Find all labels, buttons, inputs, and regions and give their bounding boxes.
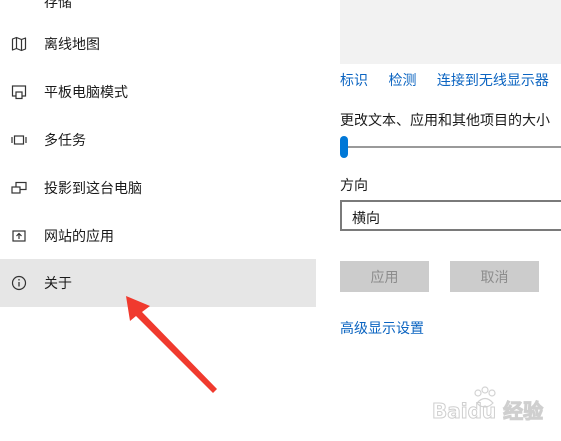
sidebar-item-label: 存储 xyxy=(44,0,72,11)
sidebar-item-label: 投影到这台电脑 xyxy=(44,181,142,197)
watermark-text: Baidu 经验 xyxy=(432,399,543,423)
sidebar-item-about[interactable]: 关于 xyxy=(0,259,316,307)
tablet-mode-icon xyxy=(11,85,27,100)
orientation-label: 方向 xyxy=(340,178,368,194)
project-to-pc-icon xyxy=(11,181,27,194)
apps-for-websites-icon xyxy=(12,230,26,242)
sidebar-item-label: 平板电脑模式 xyxy=(44,85,128,101)
display-links: 标识 检测 连接到无线显示器 xyxy=(340,70,561,90)
baidu-watermark-logo: Baidu 经验 xyxy=(432,386,544,424)
orientation-selected-value: 横向 xyxy=(352,211,380,227)
sidebar-item-label: 关于 xyxy=(44,276,72,292)
connect-wireless-display-link[interactable]: 连接到无线显示器 xyxy=(437,73,549,89)
scale-slider-thumb[interactable] xyxy=(340,136,348,158)
sidebar-item-apps-for-websites[interactable]: 网站的应用 xyxy=(0,212,316,260)
apply-button[interactable]: 应用 xyxy=(340,261,429,292)
about-info-icon xyxy=(11,275,27,291)
sidebar-item-label: 网站的应用 xyxy=(44,229,114,245)
identify-link[interactable]: 标识 xyxy=(340,73,368,89)
sidebar-item-label: 多任务 xyxy=(44,133,86,149)
sidebar-item-project-to-pc[interactable]: 投影到这台电脑 xyxy=(0,164,316,212)
scale-label: 更改文本、应用和其他项目的大小 xyxy=(340,113,550,129)
sidebar-item-tablet-mode[interactable]: 平板电脑模式 xyxy=(0,68,316,116)
sidebar-item-label: 离线地图 xyxy=(44,37,100,53)
advanced-display-settings-link[interactable]: 高级显示设置 xyxy=(340,318,424,338)
cancel-button[interactable]: 取消 xyxy=(450,261,539,292)
orientation-dropdown[interactable]: 横向 xyxy=(340,200,561,231)
offline-map-icon xyxy=(11,36,27,52)
display-preview-area[interactable] xyxy=(340,0,561,64)
settings-window: 存储 离线地图 平板电脑模式 多任务 投影到这台电脑 网站的应用 关于 标识 检… xyxy=(0,0,561,441)
display-settings-panel: 标识 检测 连接到无线显示器 更改文本、应用和其他项目的大小 方向 横向 应用 … xyxy=(316,0,561,441)
sidebar-item-offline-maps[interactable]: 离线地图 xyxy=(0,20,316,68)
scale-slider-track[interactable] xyxy=(344,146,561,148)
detect-link[interactable]: 检测 xyxy=(388,73,416,89)
sidebar-item-multitasking[interactable]: 多任务 xyxy=(0,116,316,164)
settings-sidebar: 存储 离线地图 平板电脑模式 多任务 投影到这台电脑 网站的应用 关于 xyxy=(0,0,316,441)
multitasking-icon xyxy=(11,135,27,145)
